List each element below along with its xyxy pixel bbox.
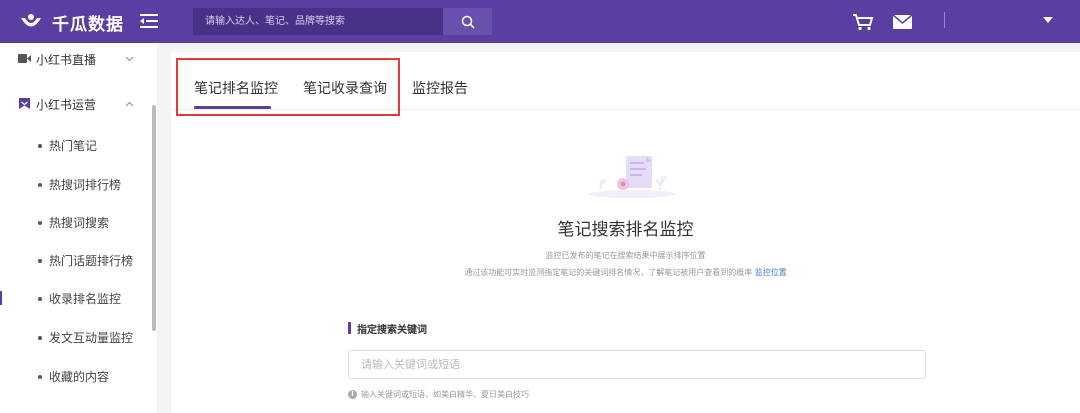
hero-title: 笔记搜索排名监控 xyxy=(557,220,694,240)
sidebar-item-favorites[interactable]: 收藏的内容 xyxy=(0,361,150,391)
shopping-cart-icon[interactable] xyxy=(852,13,874,31)
sidebar-item-hot-search-query[interactable]: 热搜词搜索 xyxy=(0,207,150,237)
bullet xyxy=(38,144,42,148)
bullet xyxy=(38,221,42,225)
sidebar-item-label: 收藏的内容 xyxy=(49,370,110,384)
top-navigation-bar: 千瓜数据 xyxy=(0,0,1080,43)
sidebar-item-label: 发文互动量监控 xyxy=(49,331,134,345)
bullet xyxy=(38,297,42,301)
keyword-hint-text: 输入关键词或短语，如美白精华、夏日美白技巧 xyxy=(361,390,529,399)
mail-icon[interactable] xyxy=(893,15,912,29)
menu-collapse-icon[interactable] xyxy=(140,13,158,29)
sidebar-scrollbar[interactable] xyxy=(152,105,156,331)
search-button[interactable] xyxy=(443,8,492,35)
brand-name: 千瓜数据 xyxy=(52,14,124,35)
monitor-position-link[interactable]: 监控位置 xyxy=(755,268,787,277)
section-marker xyxy=(348,322,351,334)
keyword-hint: ! 输入关键词或短语，如美白精华、夏日美白技巧 xyxy=(348,389,529,400)
main-content: 笔记排名监控 笔记收录查询 监控报告 笔记搜索排名监控 监控已发布的笔记在搜索结… xyxy=(171,52,1080,413)
sidebar-item-label: 热门笔记 xyxy=(49,139,98,153)
sidebar-group-label: 小红书直播 xyxy=(36,53,97,67)
info-icon: ! xyxy=(348,390,357,399)
chevron-down-icon xyxy=(125,56,134,62)
search-icon xyxy=(461,15,475,29)
bullet xyxy=(38,336,42,340)
video-icon xyxy=(18,54,31,63)
sidebar-item-hot-search-ranking[interactable]: 热搜词排行榜 xyxy=(0,169,150,199)
sidebar-item-engagement-monitor[interactable]: 发文互动量监控 xyxy=(0,322,150,352)
global-search xyxy=(193,8,492,35)
sidebar-item-hot-notes[interactable]: 热门笔记 xyxy=(0,130,150,160)
logo-mark-icon xyxy=(21,14,41,27)
chevron-up-icon xyxy=(125,101,134,107)
bullet xyxy=(38,375,42,379)
sidebar-item-hot-topic-ranking[interactable]: 热门话题排行榜 xyxy=(0,245,150,275)
bookmark-icon xyxy=(19,98,30,109)
document-illustration-icon xyxy=(588,156,676,198)
sidebar-item-label: 热门话题排行榜 xyxy=(49,254,134,268)
user-menu-caret-icon[interactable] xyxy=(1043,17,1053,23)
sidebar-group-xiaohongshu-ops[interactable]: 小红书运营 xyxy=(0,88,150,120)
brand-logo[interactable]: 千瓜数据 xyxy=(18,8,124,36)
sidebar-item-label: 收录排名监控 xyxy=(49,292,122,306)
sidebar-item-ranking-monitor[interactable]: 收录排名监控 xyxy=(0,283,150,313)
sidebar-item-label: 热搜词搜索 xyxy=(49,216,110,230)
sidebar-item-label: 热搜词排行榜 xyxy=(49,178,122,192)
bullet xyxy=(38,259,42,263)
sidebar-group-label: 小红书运营 xyxy=(36,98,97,112)
keyword-section-title: 指定搜索关键词 xyxy=(357,325,427,336)
sidebar: 小红书直播 小红书运营 热门笔记 热搜词排行榜 热搜词搜索 热门话题排行榜 收录… xyxy=(0,43,157,413)
bullet xyxy=(38,183,42,187)
hero-description-line-2: 通过该功能可实时监测指定笔记的关键词排名情况，了解笔记被用户查看到的概率 监控位… xyxy=(171,267,1080,278)
hero-description: 监控已发布的笔记在搜索结果中展示排序位置 xyxy=(545,251,706,260)
highlight-annotation xyxy=(176,58,400,116)
global-search-input[interactable] xyxy=(193,8,443,35)
active-indicator xyxy=(0,291,2,305)
hero-description-text: 通过该功能可实时监测指定笔记的关键词排名情况，了解笔记被用户查看到的概率 xyxy=(464,268,753,277)
keyword-input[interactable] xyxy=(348,350,926,379)
sidebar-group-xiaohongshu-live[interactable]: 小红书直播 xyxy=(0,43,150,75)
header-divider xyxy=(944,12,945,28)
tab-monitor-report[interactable]: 监控报告 xyxy=(412,78,468,98)
